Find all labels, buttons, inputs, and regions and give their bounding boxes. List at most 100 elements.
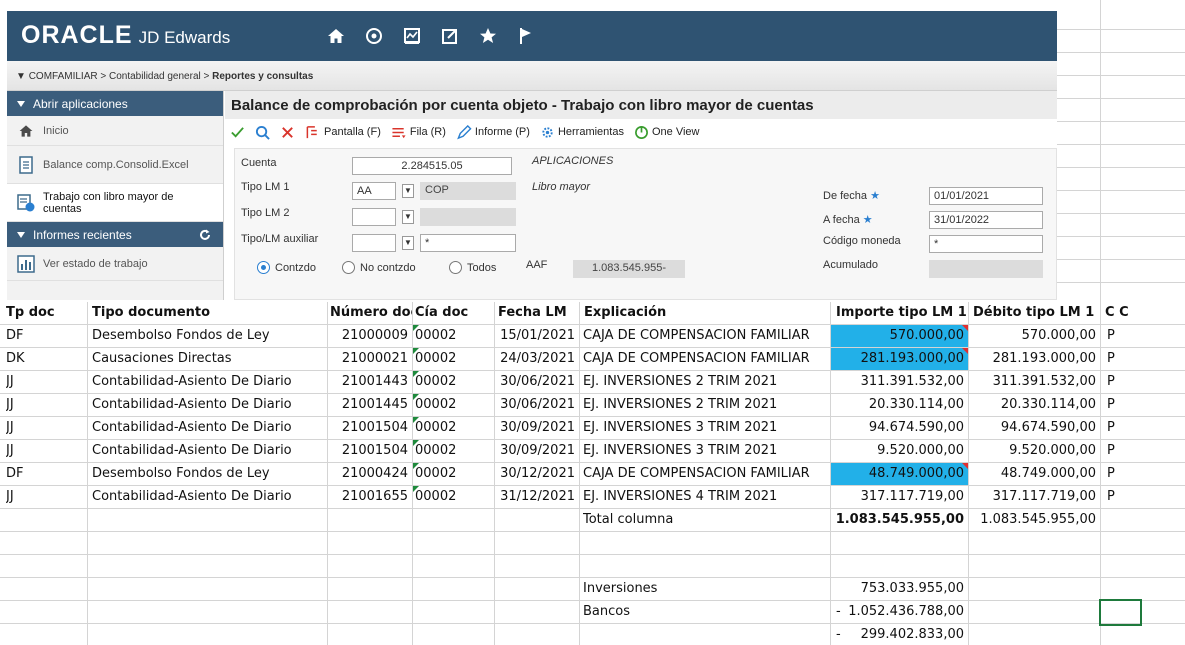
home-icon[interactable] (322, 22, 350, 50)
header-tipo-documento[interactable]: Tipo documento (92, 302, 326, 324)
cell-tp-doc[interactable]: JJ (6, 440, 14, 462)
sidebar-item-ver-estado[interactable]: Ver estado de trabajo (7, 247, 223, 281)
cell-importe[interactable]: 20.330.114,00 (831, 394, 968, 416)
cell-explicacion[interactable]: EJ. INVERSIONES 2 TRIM 2021 (583, 371, 777, 393)
cell-explicacion[interactable]: EJ. INVERSIONES 3 TRIM 2021 (583, 417, 777, 439)
header-debito[interactable]: Débito tipo LM 1 (973, 302, 1099, 324)
fila-menu[interactable]: Fila (R) (391, 125, 446, 140)
cell-tipo-documento[interactable]: Causaciones Directas (92, 348, 232, 370)
codigo-moneda-input[interactable]: * (929, 235, 1043, 253)
flag-icon[interactable] (512, 22, 540, 50)
cell-importe[interactable]: 9.520.000,00 (831, 440, 968, 462)
cell-explicacion[interactable]: CAJA DE COMPENSACION FAMILIAR (583, 325, 810, 347)
cell-fecha-lm[interactable]: 30/06/2021 (494, 394, 579, 416)
cell-numero-doc[interactable]: 21001445 (327, 394, 412, 416)
cuenta-input[interactable]: 2.284515.05 (352, 157, 512, 175)
radio-contzdo[interactable]: Contzdo (257, 261, 316, 274)
header-cc[interactable]: C C (1105, 302, 1165, 324)
cell-numero-doc[interactable]: 21000009 (327, 325, 412, 347)
cell-explicacion[interactable]: CAJA DE COMPENSACION FAMILIAR (583, 463, 810, 485)
breadcrumb-level1[interactable]: Contabilidad general (109, 71, 201, 82)
de-fecha-input[interactable]: 01/01/2021 (929, 187, 1043, 205)
cell-cc[interactable]: P (1107, 394, 1115, 416)
cell-fecha-lm[interactable]: 31/12/2021 (494, 486, 579, 508)
cell-numero-doc[interactable]: 21001504 (327, 440, 412, 462)
cell-explicacion[interactable]: EJ. INVERSIONES 2 TRIM 2021 (583, 394, 777, 416)
radio-todos[interactable]: Todos (449, 261, 496, 274)
header-fecha-lm[interactable]: Fecha LM (498, 302, 578, 324)
cell-cc[interactable]: P (1107, 486, 1115, 508)
header-explicacion[interactable]: Explicación (584, 302, 829, 324)
header-importe[interactable]: Importe tipo LM 1 (836, 302, 967, 324)
radio-no-contzdo[interactable]: No contzdo (342, 261, 416, 274)
cell-cia-doc[interactable]: 00002 (413, 440, 493, 462)
cell-cc[interactable]: P (1107, 417, 1115, 439)
cell-cc[interactable]: P (1107, 440, 1115, 462)
tipo-lm2-select[interactable] (352, 208, 396, 226)
total-importe[interactable]: 1.083.545.955,00 (831, 509, 968, 531)
a-fecha-input[interactable]: 31/01/2022 (929, 211, 1043, 229)
header-numero-doc[interactable]: Número doc (330, 302, 412, 324)
cancel-button[interactable] (280, 125, 295, 140)
cell-cia-doc[interactable]: 00002 (413, 325, 493, 347)
ok-button[interactable] (230, 125, 245, 140)
edit-icon[interactable] (436, 22, 464, 50)
cell-debito[interactable]: 317.117.719,00 (969, 486, 1100, 508)
cell-numero-doc[interactable]: 21001655 (327, 486, 412, 508)
breadcrumb-root[interactable]: COMFAMILIAR (29, 71, 98, 82)
tipo-lm2-dropdown-icon[interactable]: ▼ (402, 210, 414, 224)
cell-importe-highlighted[interactable]: 570.000,00 (831, 325, 968, 347)
recent-reports-header[interactable]: Informes recientes (7, 222, 223, 247)
cell-explicacion[interactable]: EJ. INVERSIONES 3 TRIM 2021 (583, 440, 777, 462)
cell-cc[interactable]: P (1107, 348, 1115, 370)
cell-fecha-lm[interactable]: 30/12/2021 (494, 463, 579, 485)
tipo-lm-aux-input[interactable]: * (420, 234, 516, 252)
cell-fecha-lm[interactable]: 30/09/2021 (494, 440, 579, 462)
cell-debito[interactable]: 48.749.000,00 (969, 463, 1100, 485)
cell-debito[interactable]: 311.391.532,00 (969, 371, 1100, 393)
cell-cia-doc[interactable]: 00002 (413, 394, 493, 416)
informe-menu[interactable]: Informe (P) (456, 124, 530, 140)
inversiones-label[interactable]: Inversiones (583, 578, 657, 600)
cell-numero-doc[interactable]: 21001443 (327, 371, 412, 393)
cell-tp-doc[interactable]: DF (6, 325, 24, 347)
cell-importe[interactable]: 311.391.532,00 (831, 371, 968, 393)
herramientas-menu[interactable]: Herramientas (540, 125, 624, 140)
total-debito[interactable]: 1.083.545.955,00 (969, 509, 1100, 531)
selected-cell[interactable] (1099, 599, 1142, 626)
oracle-logo[interactable]: ORACLE JD Edwards (21, 21, 230, 50)
total-label[interactable]: Total columna (583, 509, 673, 531)
bancos-value[interactable]: 1.052.436.788,00 (831, 601, 968, 623)
oneview-button[interactable]: One View (634, 125, 699, 140)
cell-cc[interactable]: P (1107, 371, 1115, 393)
cell-fecha-lm[interactable]: 24/03/2021 (494, 348, 579, 370)
favorites-star-icon[interactable] (474, 22, 502, 50)
header-cia-doc[interactable]: Cía doc (415, 302, 493, 324)
cell-cc[interactable]: P (1107, 325, 1115, 347)
cell-tipo-documento[interactable]: Contabilidad-Asiento De Diario (92, 486, 292, 508)
breadcrumb-arrow[interactable]: ▼ (16, 71, 26, 82)
open-apps-header[interactable]: Abrir aplicaciones (7, 91, 223, 116)
cell-tipo-documento[interactable]: Contabilidad-Asiento De Diario (92, 394, 292, 416)
cell-explicacion[interactable]: EJ. INVERSIONES 4 TRIM 2021 (583, 486, 777, 508)
cell-tipo-documento[interactable]: Desembolso Fondos de Ley (92, 463, 270, 485)
cell-cia-doc[interactable]: 00002 (413, 371, 493, 393)
cell-debito[interactable]: 9.520.000,00 (969, 440, 1100, 462)
cell-importe[interactable]: 317.117.719,00 (831, 486, 968, 508)
find-button[interactable] (255, 125, 270, 140)
cell-debito[interactable]: 570.000,00 (969, 325, 1100, 347)
bancos-label[interactable]: Bancos (583, 601, 630, 623)
cell-tp-doc[interactable]: JJ (6, 371, 14, 393)
cell-cia-doc[interactable]: 00002 (413, 417, 493, 439)
cell-tp-doc[interactable]: JJ (6, 394, 14, 416)
sidebar-item-balance-excel[interactable]: Balance comp.Consolid.Excel (7, 146, 223, 184)
cell-debito[interactable]: 281.193.000,00 (969, 348, 1100, 370)
difference-value[interactable]: 299.402.833,00 (831, 624, 968, 645)
cell-cia-doc[interactable]: 00002 (413, 463, 493, 485)
tipo-lm1-dropdown-icon[interactable]: ▼ (402, 184, 414, 198)
cell-numero-doc[interactable]: 21000021 (327, 348, 412, 370)
cell-tp-doc[interactable]: DF (6, 463, 24, 485)
breadcrumb-current[interactable]: Reportes y consultas (212, 71, 313, 82)
cell-tp-doc[interactable]: JJ (6, 417, 14, 439)
refresh-icon[interactable] (199, 229, 211, 241)
